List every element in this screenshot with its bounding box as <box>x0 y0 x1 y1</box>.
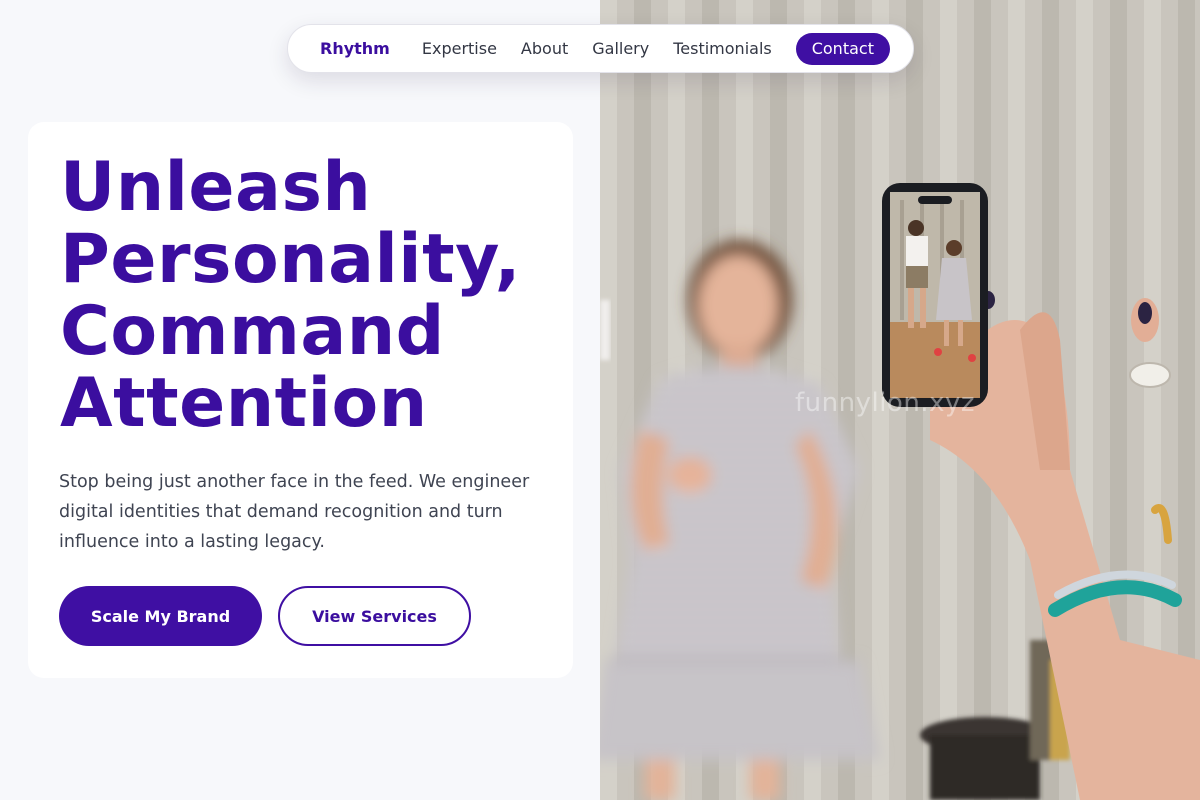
headline-line-2: Personality, <box>60 220 521 299</box>
nav-link-gallery[interactable]: Gallery <box>592 39 649 58</box>
watermark-text: funnylion.xyz <box>795 388 975 418</box>
nav-link-about[interactable]: About <box>521 39 568 58</box>
contact-button[interactable]: Contact <box>795 32 890 65</box>
hero-headline: Unleash Personality, Command Attention <box>60 152 560 440</box>
brand-logo[interactable]: Rhythm <box>320 39 390 58</box>
view-services-button[interactable]: View Services <box>278 586 471 646</box>
nav-link-expertise[interactable]: Expertise <box>422 39 497 58</box>
headline-line-3: Command <box>60 292 445 371</box>
headline-line-1: Unleash <box>60 148 372 227</box>
headline-line-4: Attention <box>60 364 428 443</box>
top-nav: Rhythm Expertise About Gallery Testimoni… <box>287 24 914 73</box>
scale-my-brand-button[interactable]: Scale My Brand <box>59 586 262 646</box>
nav-link-testimonials[interactable]: Testimonials <box>673 39 772 58</box>
hero-subtext: Stop being just another face in the feed… <box>59 472 530 552</box>
hero-card: Unleash Personality, Command Attention S… <box>28 122 573 678</box>
